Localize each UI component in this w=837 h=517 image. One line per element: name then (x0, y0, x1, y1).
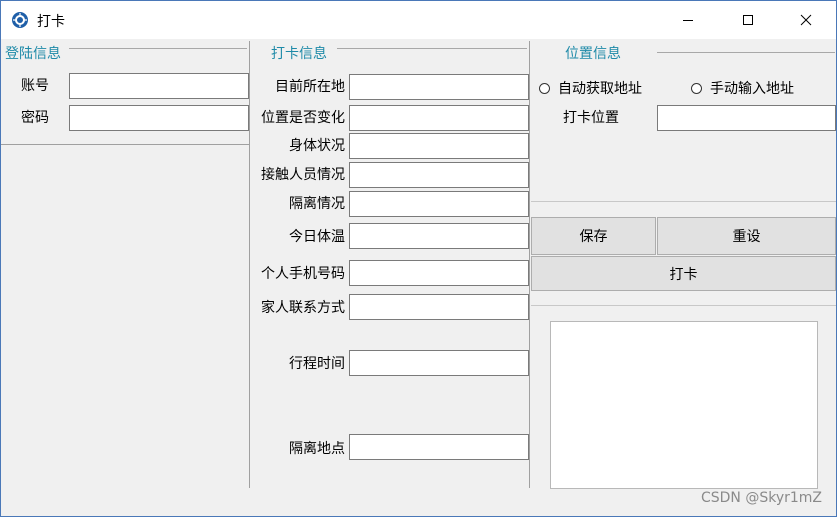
current-location-input[interactable] (349, 74, 529, 100)
travel-time-label: 行程时间 (289, 356, 345, 372)
auto-location-label: 自动获取地址 (558, 81, 642, 97)
family-contact-label: 家人联系方式 (261, 300, 345, 316)
health-status-label: 身体状况 (289, 138, 345, 154)
family-contact-input[interactable] (349, 294, 529, 320)
checkin-group-rule (337, 48, 527, 49)
checkin-position-input[interactable] (657, 105, 836, 131)
reset-button[interactable]: 重设 (657, 217, 836, 255)
location-group-title: 位置信息 (563, 45, 623, 63)
checkin-position-label: 打卡位置 (563, 110, 619, 126)
account-input[interactable] (69, 73, 249, 99)
phone-input[interactable] (349, 260, 529, 286)
auto-location-radio[interactable]: 自动获取地址 (539, 78, 642, 98)
location-bottom-divider (531, 201, 836, 202)
app-logo-icon (12, 12, 28, 28)
radio-circle-icon (691, 82, 702, 94)
contact-persons-input[interactable] (349, 162, 529, 188)
temperature-input[interactable] (349, 223, 529, 249)
contact-persons-label: 接触人员情况 (261, 167, 345, 183)
quarantine-status-input[interactable] (349, 191, 529, 217)
health-status-input[interactable] (349, 133, 529, 159)
location-group-rule (657, 52, 835, 53)
travel-time-input[interactable] (349, 350, 529, 376)
minimize-button[interactable] (665, 1, 711, 39)
quarantine-status-label: 隔离情况 (289, 196, 345, 212)
manual-location-radio[interactable]: 手动输入地址 (691, 78, 794, 98)
quarantine-place-label: 隔离地点 (289, 441, 345, 457)
manual-location-label: 手动输入地址 (710, 81, 794, 97)
radio-circle-icon (539, 82, 550, 94)
output-top-divider (531, 305, 836, 306)
login-bottom-divider (1, 144, 249, 145)
minimize-icon (683, 20, 693, 21)
maximize-button[interactable] (725, 1, 771, 39)
close-icon (800, 14, 812, 26)
watermark-text: CSDN @Skyr1mZ (700, 490, 822, 506)
phone-label: 个人手机号码 (261, 266, 345, 282)
password-label: 密码 (21, 110, 49, 126)
divider-right (529, 41, 530, 488)
close-button[interactable] (783, 1, 829, 39)
save-button[interactable]: 保存 (531, 217, 656, 255)
password-input[interactable] (69, 105, 249, 131)
location-change-input[interactable] (349, 105, 529, 131)
account-label: 账号 (21, 78, 49, 94)
location-change-label: 位置是否变化 (261, 110, 345, 126)
quarantine-place-input[interactable] (349, 434, 529, 460)
login-group-title: 登陆信息 (3, 45, 63, 63)
window-title: 打卡 (37, 14, 65, 30)
checkin-group-title: 打卡信息 (269, 45, 329, 63)
login-group-rule (69, 48, 247, 49)
checkin-button[interactable]: 打卡 (531, 256, 836, 291)
title-bar: 打卡 (1, 1, 836, 39)
current-location-label: 目前所在地 (275, 79, 345, 95)
divider-left (249, 41, 250, 488)
app-window: 打卡 登陆信息 账号 密码 打卡信息 目前所在地 位置是否变化 身体状况 接触人… (0, 0, 837, 517)
output-textarea[interactable] (550, 321, 818, 489)
maximize-icon (743, 15, 753, 25)
temperature-label: 今日体温 (289, 229, 345, 245)
